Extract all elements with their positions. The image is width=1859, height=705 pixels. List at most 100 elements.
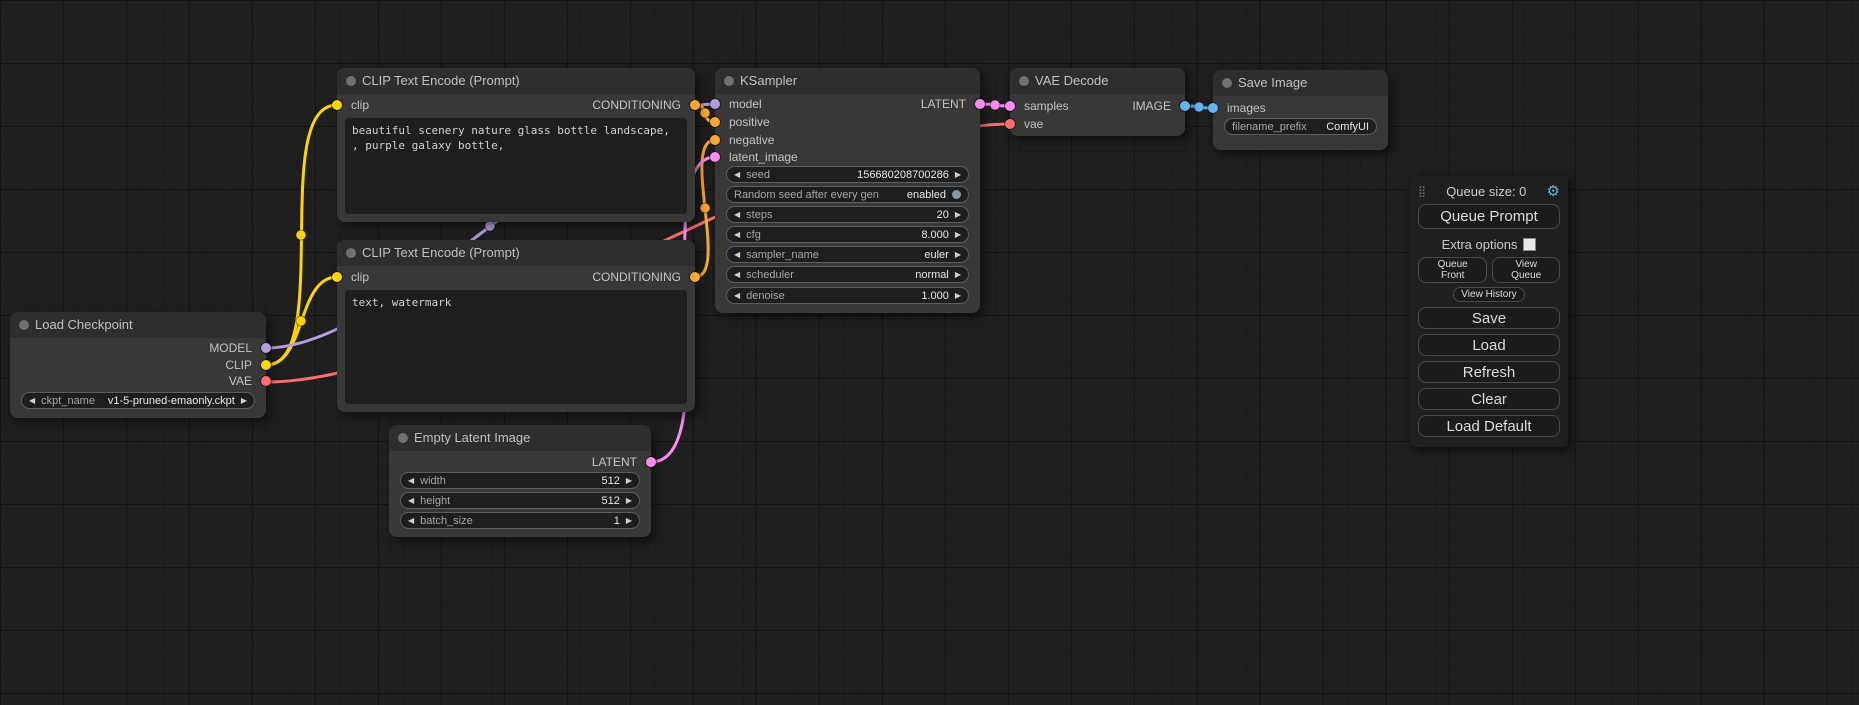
node-graph-canvas[interactable]: CLIP Text Encode (Prompt) clip CONDITION…	[0, 0, 1859, 705]
widget-random-seed-toggle[interactable]: Random seed after every gen enabled	[726, 186, 969, 203]
widget-label: Random seed after every gen	[734, 189, 879, 201]
queue-prompt-button[interactable]: Queue Prompt	[1418, 204, 1560, 229]
output-port-conditioning[interactable]	[690, 100, 700, 110]
input-port-vae[interactable]	[1005, 119, 1015, 129]
decrement-icon[interactable]: ◀	[734, 211, 740, 219]
node-title-bar[interactable]: CLIP Text Encode (Prompt)	[337, 240, 695, 266]
extra-options-checkbox[interactable]	[1523, 238, 1536, 251]
output-port-latent[interactable]	[975, 99, 985, 109]
input-label-vae: vae	[1024, 117, 1043, 131]
output-port-vae[interactable]	[261, 376, 271, 386]
output-label-latent: LATENT	[592, 455, 637, 469]
widget-height[interactable]: ◀ height 512 ▶	[400, 492, 640, 509]
widget-label: batch_size	[420, 515, 473, 527]
link-midpoint-dot	[990, 100, 1000, 110]
decrement-icon[interactable]: ◀	[734, 171, 740, 179]
input-port-images[interactable]	[1208, 103, 1218, 113]
next-option-icon[interactable]: ▶	[241, 397, 247, 405]
history-row: View History	[1418, 287, 1560, 302]
input-port-negative[interactable]	[710, 135, 720, 145]
decrement-icon[interactable]: ◀	[408, 477, 414, 485]
widget-ckpt-name[interactable]: ◀ ckpt_name v1-5-pruned-emaonly.ckpt ▶	[21, 392, 255, 409]
increment-icon[interactable]: ▶	[626, 517, 632, 525]
output-port-conditioning[interactable]	[690, 272, 700, 282]
node-title-bar[interactable]: KSampler	[715, 68, 980, 94]
node-empty-latent-image[interactable]: Empty Latent Image LATENT ◀ width 512 ▶ …	[389, 425, 651, 537]
increment-icon[interactable]: ▶	[626, 497, 632, 505]
save-button[interactable]: Save	[1418, 307, 1560, 329]
prev-option-icon[interactable]: ◀	[734, 271, 740, 279]
refresh-button[interactable]: Refresh	[1418, 361, 1560, 383]
node-collapse-dot[interactable]	[724, 76, 734, 86]
decrement-icon[interactable]: ◀	[734, 231, 740, 239]
output-port-latent[interactable]	[646, 457, 656, 467]
link-midpoint-dot	[485, 221, 495, 231]
link-midpoint-dot	[700, 108, 710, 118]
widget-batch-size[interactable]: ◀ batch_size 1 ▶	[400, 512, 640, 529]
node-title-bar[interactable]: VAE Decode	[1010, 68, 1185, 94]
widget-sampler-name[interactable]: ◀ sampler_name euler ▶	[726, 246, 969, 263]
increment-icon[interactable]: ▶	[626, 477, 632, 485]
widget-value: 8.000	[921, 229, 949, 241]
node-ksampler[interactable]: KSampler model positive negative latent_…	[715, 68, 980, 313]
node-title-bar[interactable]: Save Image	[1213, 70, 1388, 96]
widget-label: steps	[746, 209, 772, 221]
node-vae-decode[interactable]: VAE Decode samples vae IMAGE	[1010, 68, 1185, 136]
input-port-model[interactable]	[710, 99, 720, 109]
load-button[interactable]: Load	[1418, 334, 1560, 356]
widget-seed[interactable]: ◀ seed 156680208700286 ▶	[726, 166, 969, 183]
node-load-checkpoint[interactable]: Load Checkpoint MODEL CLIP VAE ◀ ckpt_na…	[10, 312, 266, 418]
settings-gear-icon[interactable]: ⚙	[1547, 184, 1560, 199]
node-title-bar[interactable]: Load Checkpoint	[10, 312, 266, 338]
input-label-negative: negative	[729, 133, 774, 147]
widget-filename-prefix[interactable]: filename_prefix ComfyUI	[1224, 118, 1377, 135]
output-port-image[interactable]	[1180, 101, 1190, 111]
increment-icon[interactable]: ▶	[955, 292, 961, 300]
widget-denoise[interactable]: ◀ denoise 1.000 ▶	[726, 287, 969, 304]
prompt-textarea[interactable]: text, watermark	[345, 290, 687, 404]
toggle-indicator[interactable]	[952, 190, 961, 199]
next-option-icon[interactable]: ▶	[955, 271, 961, 279]
output-port-clip[interactable]	[261, 360, 271, 370]
node-collapse-dot[interactable]	[1019, 76, 1029, 86]
node-save-image[interactable]: Save Image images filename_prefix ComfyU…	[1213, 70, 1388, 150]
widget-width[interactable]: ◀ width 512 ▶	[400, 472, 640, 489]
widget-value: euler	[924, 249, 948, 261]
node-collapse-dot[interactable]	[346, 76, 356, 86]
input-port-clip[interactable]	[332, 100, 342, 110]
widget-value: normal	[915, 269, 949, 281]
decrement-icon[interactable]: ◀	[408, 497, 414, 505]
increment-icon[interactable]: ▶	[955, 171, 961, 179]
next-option-icon[interactable]: ▶	[955, 251, 961, 259]
decrement-icon[interactable]: ◀	[408, 517, 414, 525]
prev-option-icon[interactable]: ◀	[29, 397, 35, 405]
drag-handle-icon[interactable]: ⣿	[1418, 185, 1426, 198]
widget-scheduler[interactable]: ◀ scheduler normal ▶	[726, 266, 969, 283]
input-port-positive[interactable]	[710, 117, 720, 127]
decrement-icon[interactable]: ◀	[734, 292, 740, 300]
input-port-samples[interactable]	[1005, 101, 1015, 111]
prev-option-icon[interactable]: ◀	[734, 251, 740, 259]
node-clip-text-encode-positive[interactable]: CLIP Text Encode (Prompt) clip CONDITION…	[337, 68, 695, 222]
node-collapse-dot[interactable]	[346, 248, 356, 258]
widget-cfg[interactable]: ◀ cfg 8.000 ▶	[726, 226, 969, 243]
output-label-conditioning: CONDITIONING	[592, 270, 681, 284]
node-title-bar[interactable]: CLIP Text Encode (Prompt)	[337, 68, 695, 94]
view-history-button[interactable]: View History	[1453, 287, 1524, 302]
increment-icon[interactable]: ▶	[955, 231, 961, 239]
load-default-button[interactable]: Load Default	[1418, 415, 1560, 437]
increment-icon[interactable]: ▶	[955, 211, 961, 219]
queue-front-button[interactable]: Queue Front	[1418, 257, 1487, 283]
clear-button[interactable]: Clear	[1418, 388, 1560, 410]
view-queue-button[interactable]: View Queue	[1492, 257, 1560, 283]
prompt-textarea[interactable]: beautiful scenery nature glass bottle la…	[345, 118, 687, 214]
widget-steps[interactable]: ◀ steps 20 ▶	[726, 206, 969, 223]
node-clip-text-encode-negative[interactable]: CLIP Text Encode (Prompt) clip CONDITION…	[337, 240, 695, 412]
node-collapse-dot[interactable]	[19, 320, 29, 330]
input-port-clip[interactable]	[332, 272, 342, 282]
node-collapse-dot[interactable]	[398, 433, 408, 443]
input-port-latent-image[interactable]	[710, 152, 720, 162]
output-port-model[interactable]	[261, 343, 271, 353]
node-title-bar[interactable]: Empty Latent Image	[389, 425, 651, 451]
node-collapse-dot[interactable]	[1222, 78, 1232, 88]
